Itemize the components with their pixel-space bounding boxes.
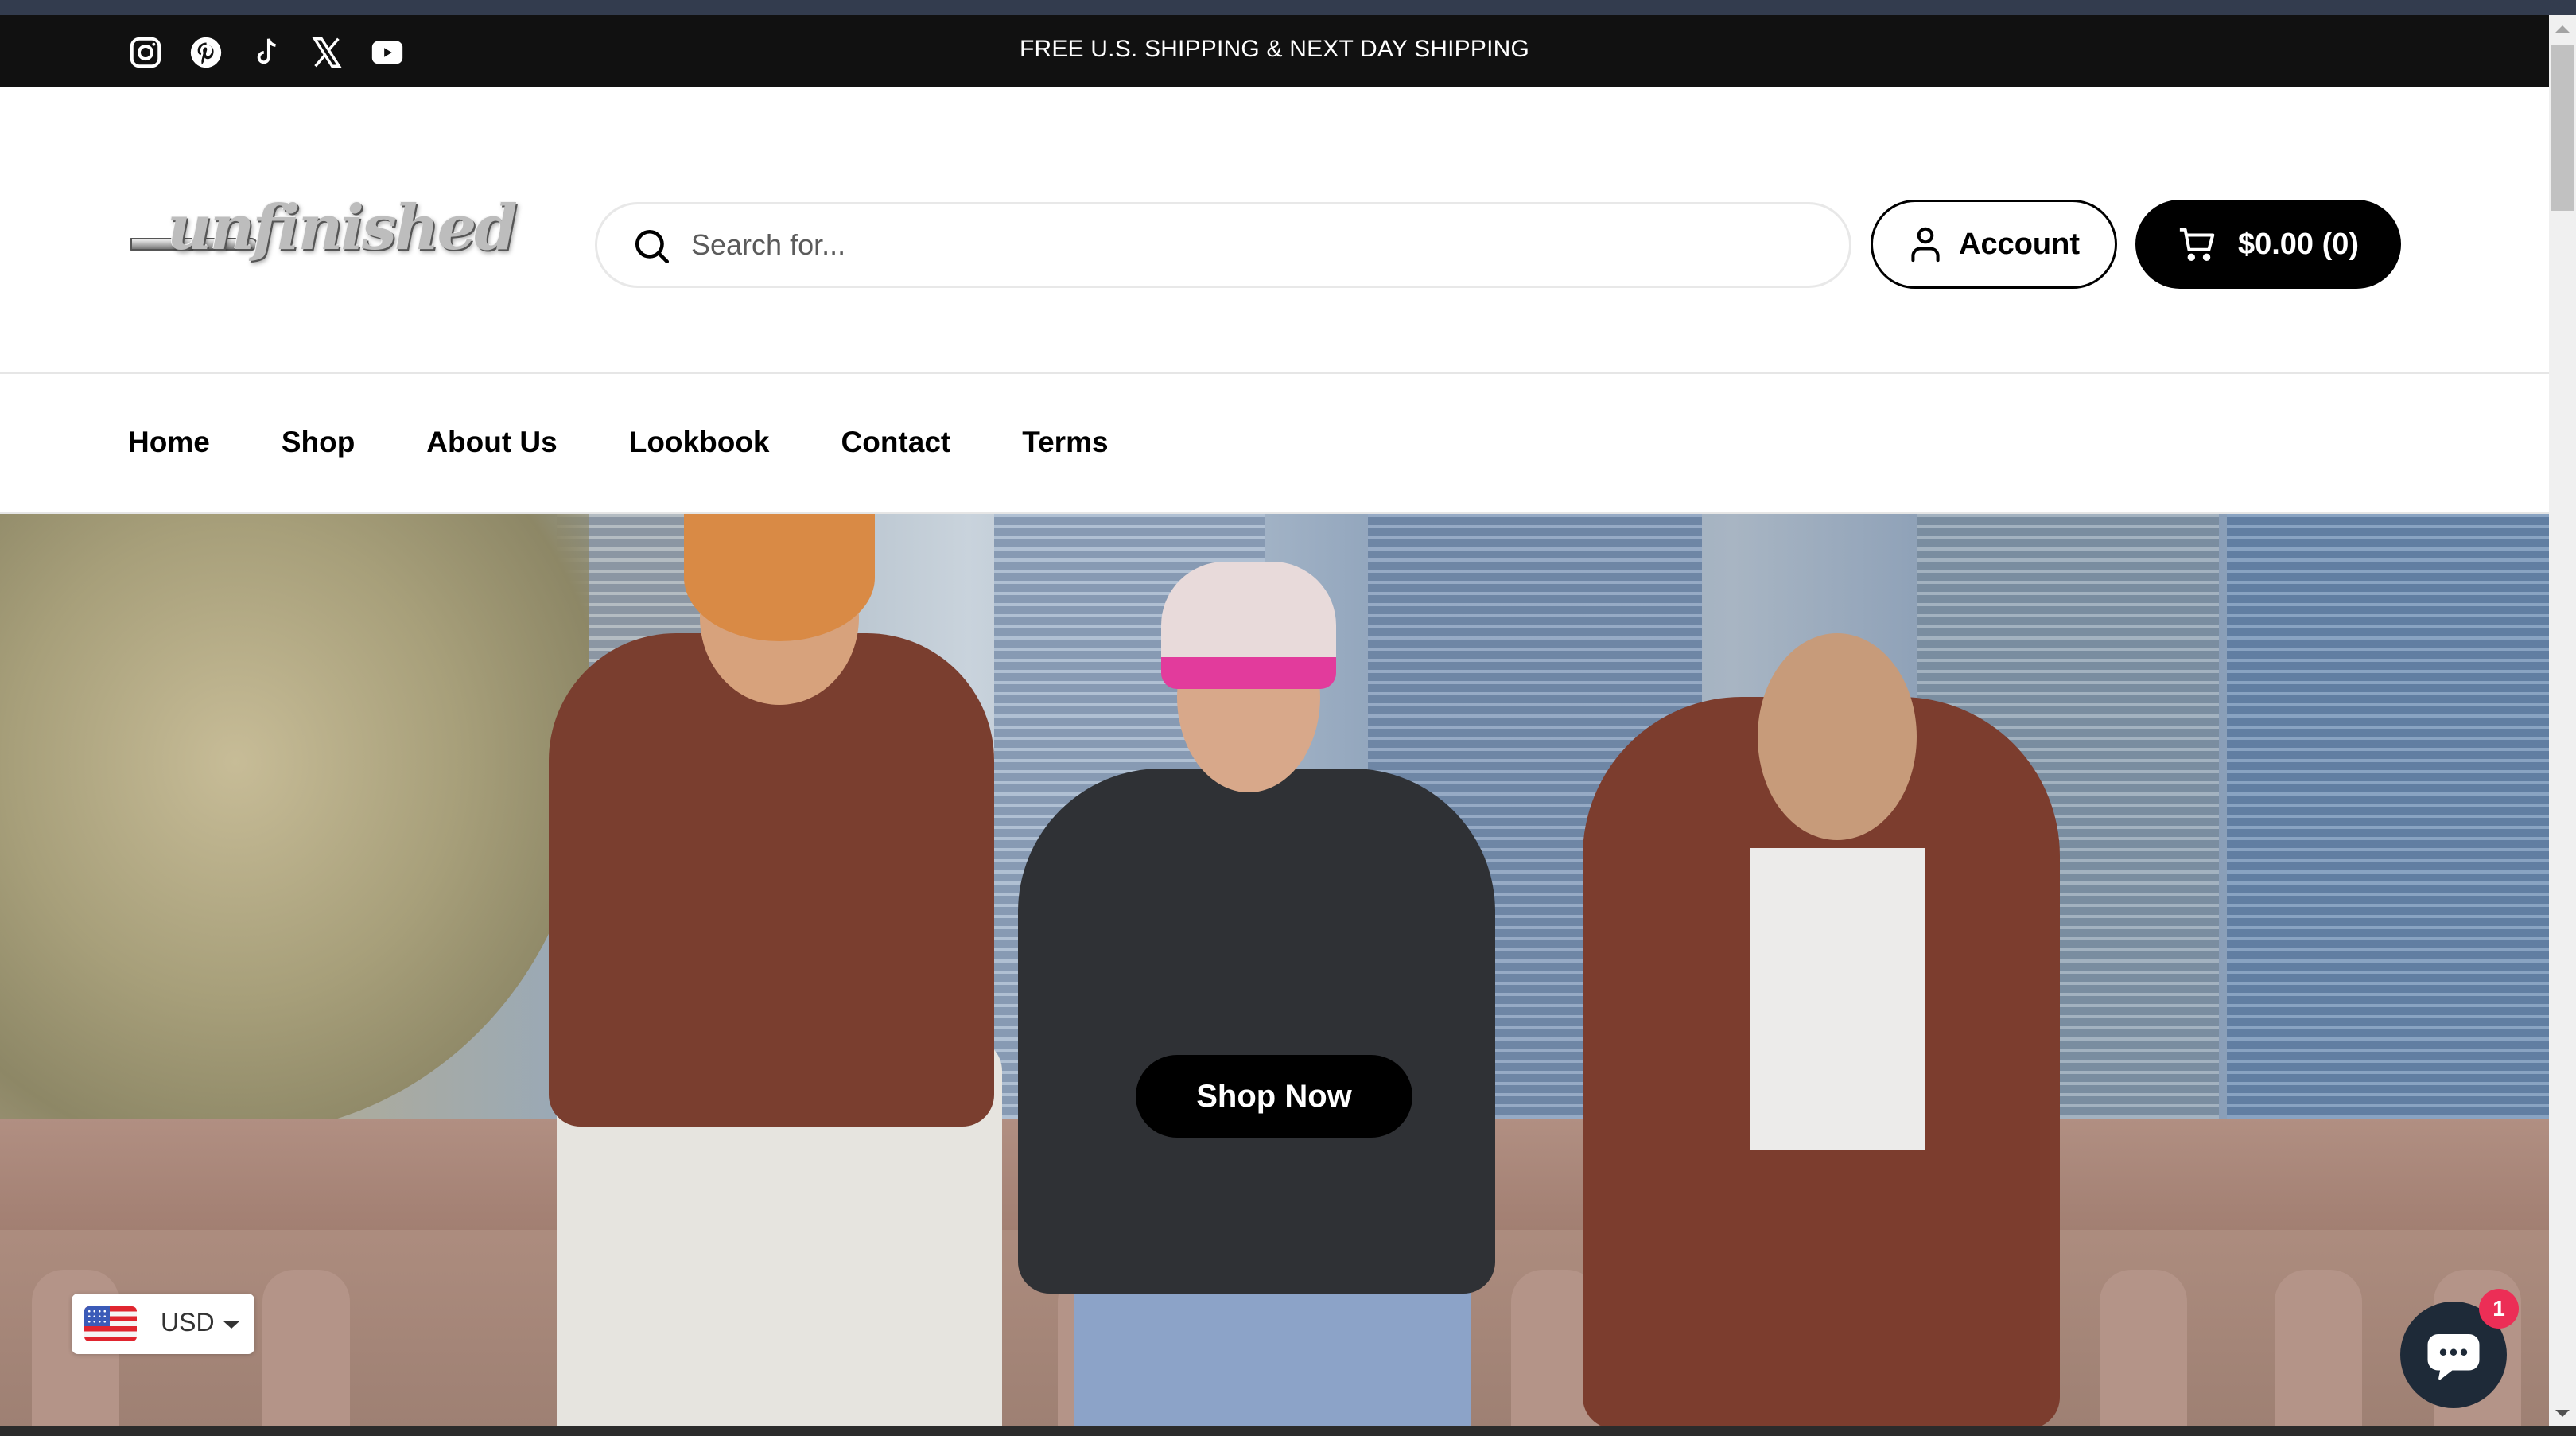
arrow-up-icon (2555, 25, 2570, 33)
search-input[interactable] (691, 220, 1820, 270)
shop-now-button[interactable]: Shop Now (1136, 1055, 1412, 1138)
nav-item-shop[interactable]: Shop (282, 426, 355, 459)
us-flag-icon (84, 1306, 137, 1341)
account-button[interactable]: Account (1871, 200, 2117, 289)
arrow-down-icon (2555, 1409, 2570, 1417)
search-icon[interactable] (632, 227, 672, 267)
model-right-head (1758, 633, 1917, 840)
user-icon (1911, 227, 1940, 263)
baluster (262, 1270, 350, 1426)
currency-code: USD (161, 1308, 215, 1337)
announcement-bar: FREE U.S. SHIPPING & NEXT DAY SHIPPING (0, 15, 2549, 87)
baluster (2100, 1270, 2187, 1426)
page-scrollbar[interactable] (2549, 15, 2576, 1426)
cart-button[interactable]: $0.00 (0) (2135, 200, 2401, 289)
main-nav: Home Shop About Us Lookbook Contact Term… (0, 376, 2549, 515)
chat-bubble-icon (2427, 1334, 2480, 1380)
baluster (2275, 1270, 2362, 1426)
hero-building (2227, 514, 2549, 1119)
model-left-hoodie (549, 633, 994, 1127)
model-left-cap (684, 514, 875, 641)
model-center-hoodie (1018, 769, 1495, 1294)
scroll-up-button[interactable] (2549, 15, 2576, 42)
browser-top-strip (0, 0, 2576, 15)
logo-text: unfinished (167, 192, 518, 264)
scroll-down-button[interactable] (2549, 1399, 2576, 1426)
store-logo[interactable]: unfinished (127, 189, 518, 304)
model-right-shirt (1750, 848, 1925, 1150)
page: FREE U.S. SHIPPING & NEXT DAY SHIPPING u… (0, 15, 2549, 1426)
currency-selector[interactable]: USD (72, 1294, 254, 1354)
search-bar[interactable] (595, 202, 1851, 288)
nav-item-lookbook[interactable]: Lookbook (629, 426, 770, 459)
scrollbar-thumb[interactable] (2551, 45, 2574, 211)
caret-down-icon (223, 1321, 240, 1329)
model-center-cap (1161, 562, 1336, 689)
hero-banner: Shop Now (0, 514, 2549, 1426)
nav-item-about-us[interactable]: About Us (426, 426, 557, 459)
chat-notification-badge: 1 (2479, 1289, 2519, 1329)
cart-icon (2179, 228, 2215, 262)
nav-item-terms[interactable]: Terms (1022, 426, 1108, 459)
nav-item-contact[interactable]: Contact (841, 426, 951, 459)
nav-item-home[interactable]: Home (128, 426, 210, 459)
announcement-text: FREE U.S. SHIPPING & NEXT DAY SHIPPING (1019, 36, 1530, 62)
browser-bottom-strip (0, 1426, 2576, 1436)
site-header: unfinished Account $0.00 (0) (0, 87, 2549, 374)
account-label: Account (1959, 227, 2080, 261)
cart-total: $0.00 (0) (2237, 227, 2360, 261)
